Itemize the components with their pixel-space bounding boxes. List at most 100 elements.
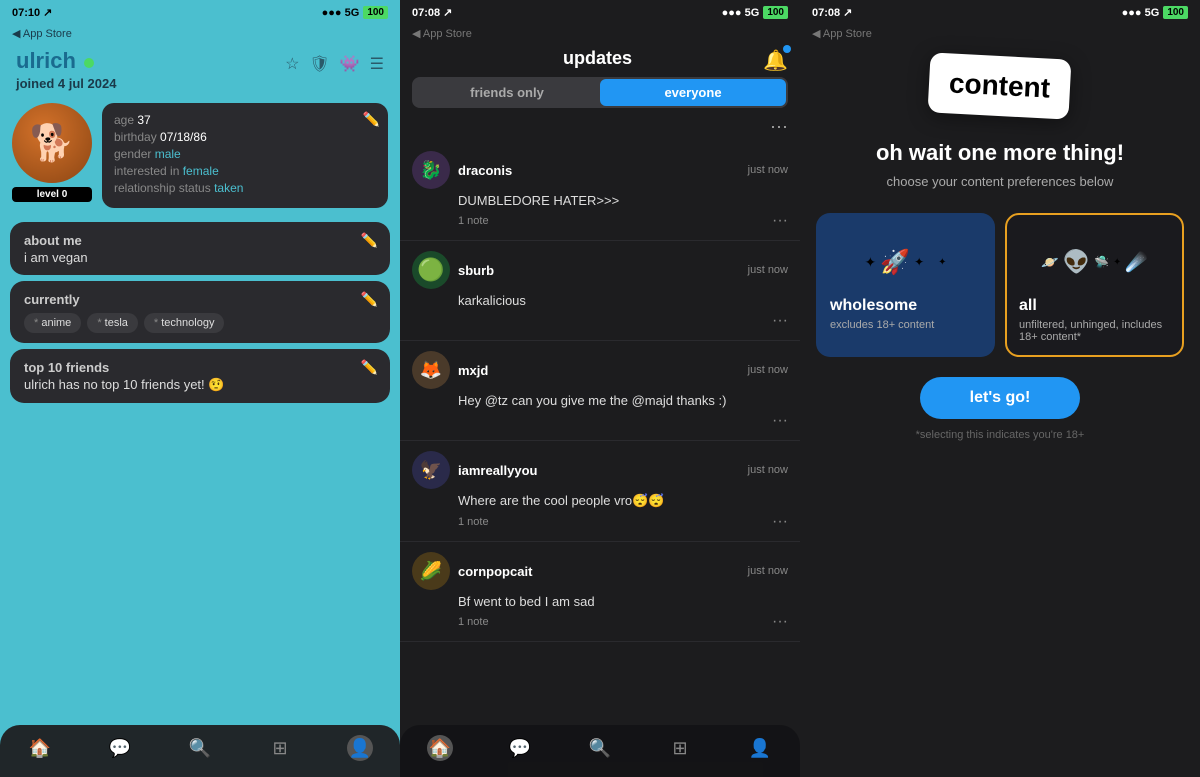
username-draconis: draconis bbox=[458, 163, 740, 178]
time-iamreallyyou: just now bbox=[748, 464, 788, 476]
bottom-nav-2: 🏠 💬 🔍 ⊞ 👤 bbox=[400, 725, 800, 777]
time-mxjd: just now bbox=[748, 364, 788, 376]
avatar: 🐕 bbox=[12, 103, 92, 183]
edit-profile-icon[interactable]: ✏️ bbox=[363, 111, 380, 128]
bell-icon[interactable]: 🔔 bbox=[763, 48, 788, 73]
alien-icon[interactable]: 👾 bbox=[340, 54, 360, 74]
wholesome-desc: excludes 18+ content bbox=[830, 319, 981, 331]
prefs-subtext: choose your content preferences below bbox=[887, 174, 1114, 189]
relationship-row: relationship status taken bbox=[114, 181, 376, 195]
star-2: ✦ bbox=[914, 255, 924, 269]
edit-about-me-icon[interactable]: ✏️ bbox=[361, 232, 378, 249]
option-all[interactable]: 🪐 👽 🛸 ✦ ☄️ all unfiltered, unhinged, inc… bbox=[1005, 213, 1184, 357]
time-2: 07:08 bbox=[412, 7, 440, 19]
arrow-1: ↗ bbox=[43, 6, 52, 19]
tag-technology: technology bbox=[144, 313, 225, 333]
arrow-2: ↗ bbox=[443, 6, 452, 19]
dots-draconis[interactable]: ··· bbox=[772, 212, 788, 230]
nav-home-2[interactable]: 🏠 bbox=[427, 735, 453, 761]
star-4: ✦ bbox=[1113, 257, 1121, 268]
prefs-headline: oh wait one more thing! bbox=[876, 140, 1124, 166]
nav-grid-1[interactable]: ⊞ bbox=[267, 735, 293, 761]
app-store-back-3[interactable]: ◀ App Store bbox=[800, 25, 1200, 40]
header-icons: ☆ 🛡 👾 ☰ bbox=[285, 48, 384, 74]
dots-mxjd[interactable]: ··· bbox=[772, 412, 788, 430]
update-item-3: 🦊 mxjd just now Hey @tz can you give me … bbox=[400, 341, 800, 441]
edit-currently-icon[interactable]: ✏️ bbox=[361, 291, 378, 308]
avatar-draconis: 🐉 bbox=[412, 151, 450, 189]
edit-friends-icon[interactable]: ✏️ bbox=[361, 359, 378, 376]
option-wholesome[interactable]: ✦ 🚀 ✦ ✦ wholesome excludes 18+ content bbox=[816, 213, 995, 357]
arrow-3: ↗ bbox=[843, 6, 852, 19]
nav-profile-2[interactable]: 👤 bbox=[747, 735, 773, 761]
nav-search-1[interactable]: 🔍 bbox=[187, 735, 213, 761]
more-options[interactable]: ··· bbox=[400, 116, 800, 137]
profile-header: ulrich joined 4 jul 2024 ☆ 🛡 👾 ☰ bbox=[0, 40, 400, 95]
nav-grid-2[interactable]: ⊞ bbox=[667, 735, 693, 761]
notes-iamreallyyou: 1 note bbox=[458, 516, 489, 528]
content-iamreallyyou: Where are the cool people vro😴😴 bbox=[412, 493, 788, 509]
tag-tesla: tesla bbox=[87, 313, 138, 333]
birthday-label: birthday bbox=[114, 130, 160, 144]
panel-content-prefs: 07:08 ↗ ●●● 5G 100 ◀ App Store content o… bbox=[800, 0, 1200, 777]
interested-row: interested in female bbox=[114, 164, 376, 178]
content-title-card: content bbox=[928, 52, 1072, 119]
content-mxjd: Hey @tz can you give me the @majd thanks… bbox=[412, 393, 788, 408]
tab-friends-only[interactable]: friends only bbox=[414, 79, 600, 106]
about-me-card: about me ✏️ i am vegan bbox=[10, 222, 390, 275]
nav-search-2[interactable]: 🔍 bbox=[587, 735, 613, 761]
currently-title: currently bbox=[24, 292, 80, 307]
status-right-1: ●●● 5G 100 bbox=[322, 6, 388, 19]
footer-draconis: 1 note ··· bbox=[412, 212, 788, 230]
time-cornpopcait: just now bbox=[748, 565, 788, 577]
content-prefs-main: content oh wait one more thing! choose y… bbox=[800, 40, 1200, 457]
username: ulrich bbox=[16, 48, 76, 73]
lets-go-button[interactable]: let's go! bbox=[920, 377, 1081, 419]
all-desc: unfiltered, unhinged, includes 18+ conte… bbox=[1019, 319, 1170, 343]
dots-sburb[interactable]: ··· bbox=[772, 312, 788, 330]
comet-icon: ☄️ bbox=[1125, 252, 1147, 273]
avatar-iamreallyyou: 🦅 bbox=[412, 451, 450, 489]
updates-tabs: friends only everyone bbox=[412, 77, 788, 108]
top-friends-title: top 10 friends bbox=[24, 360, 109, 375]
nav-chat-1[interactable]: 💬 bbox=[107, 735, 133, 761]
nav-chat-2[interactable]: 💬 bbox=[507, 735, 533, 761]
status-left-1: 07:10 ↗ bbox=[12, 6, 52, 19]
status-right-3: ●●● 5G 100 bbox=[1122, 6, 1188, 19]
avatar-sburb: 🟢 bbox=[412, 251, 450, 289]
currently-tags: anime tesla technology bbox=[24, 313, 376, 333]
star-1: ✦ bbox=[864, 254, 876, 271]
age-row: age 37 bbox=[114, 113, 376, 127]
username-sburb: sburb bbox=[458, 263, 740, 278]
status-left-3: 07:08 ↗ bbox=[812, 6, 852, 19]
about-me-content: i am vegan bbox=[24, 250, 376, 265]
tab-everyone[interactable]: everyone bbox=[600, 79, 786, 106]
app-store-back-2[interactable]: ◀ App Store bbox=[400, 25, 800, 40]
avatar-mxjd: 🦊 bbox=[412, 351, 450, 389]
username-section: ulrich joined 4 jul 2024 bbox=[16, 48, 116, 91]
dots-cornpopcait[interactable]: ··· bbox=[772, 613, 788, 631]
relationship-label: relationship status bbox=[114, 181, 214, 195]
footer-cornpopcait: 1 note ··· bbox=[412, 613, 788, 631]
star-icon[interactable]: ☆ bbox=[285, 54, 299, 74]
all-title: all bbox=[1019, 297, 1170, 315]
time-1: 07:10 bbox=[12, 7, 40, 19]
updates-title: updates bbox=[563, 44, 632, 77]
shield-icon[interactable]: 🛡 bbox=[309, 54, 329, 74]
app-store-back-1[interactable]: ◀ App Store bbox=[0, 25, 400, 40]
menu-icon[interactable]: ☰ bbox=[370, 54, 384, 74]
notes-draconis: 1 note bbox=[458, 215, 489, 227]
nav-profile-1[interactable]: 👤 bbox=[347, 735, 373, 761]
avatar-cornpopcait: 🌽 bbox=[412, 552, 450, 590]
update-item-1: 🐉 draconis just now DUMBLEDORE HATER>>> … bbox=[400, 141, 800, 241]
about-me-title: about me bbox=[24, 233, 82, 248]
signal-3: ●●● 5G bbox=[1122, 7, 1160, 19]
dots-iamreallyyou[interactable]: ··· bbox=[772, 513, 788, 531]
nav-home-1[interactable]: 🏠 bbox=[27, 735, 53, 761]
profile-info-card: ✏️ age 37 birthday 07/18/86 gender male … bbox=[102, 103, 388, 208]
signal-2: ●●● 5G bbox=[722, 7, 760, 19]
wholesome-title: wholesome bbox=[830, 297, 981, 315]
alien-icon-3: 👽 bbox=[1063, 249, 1090, 275]
bottom-nav-1: 🏠 💬 🔍 ⊞ 👤 bbox=[0, 725, 400, 777]
join-date: joined 4 jul 2024 bbox=[16, 76, 116, 91]
